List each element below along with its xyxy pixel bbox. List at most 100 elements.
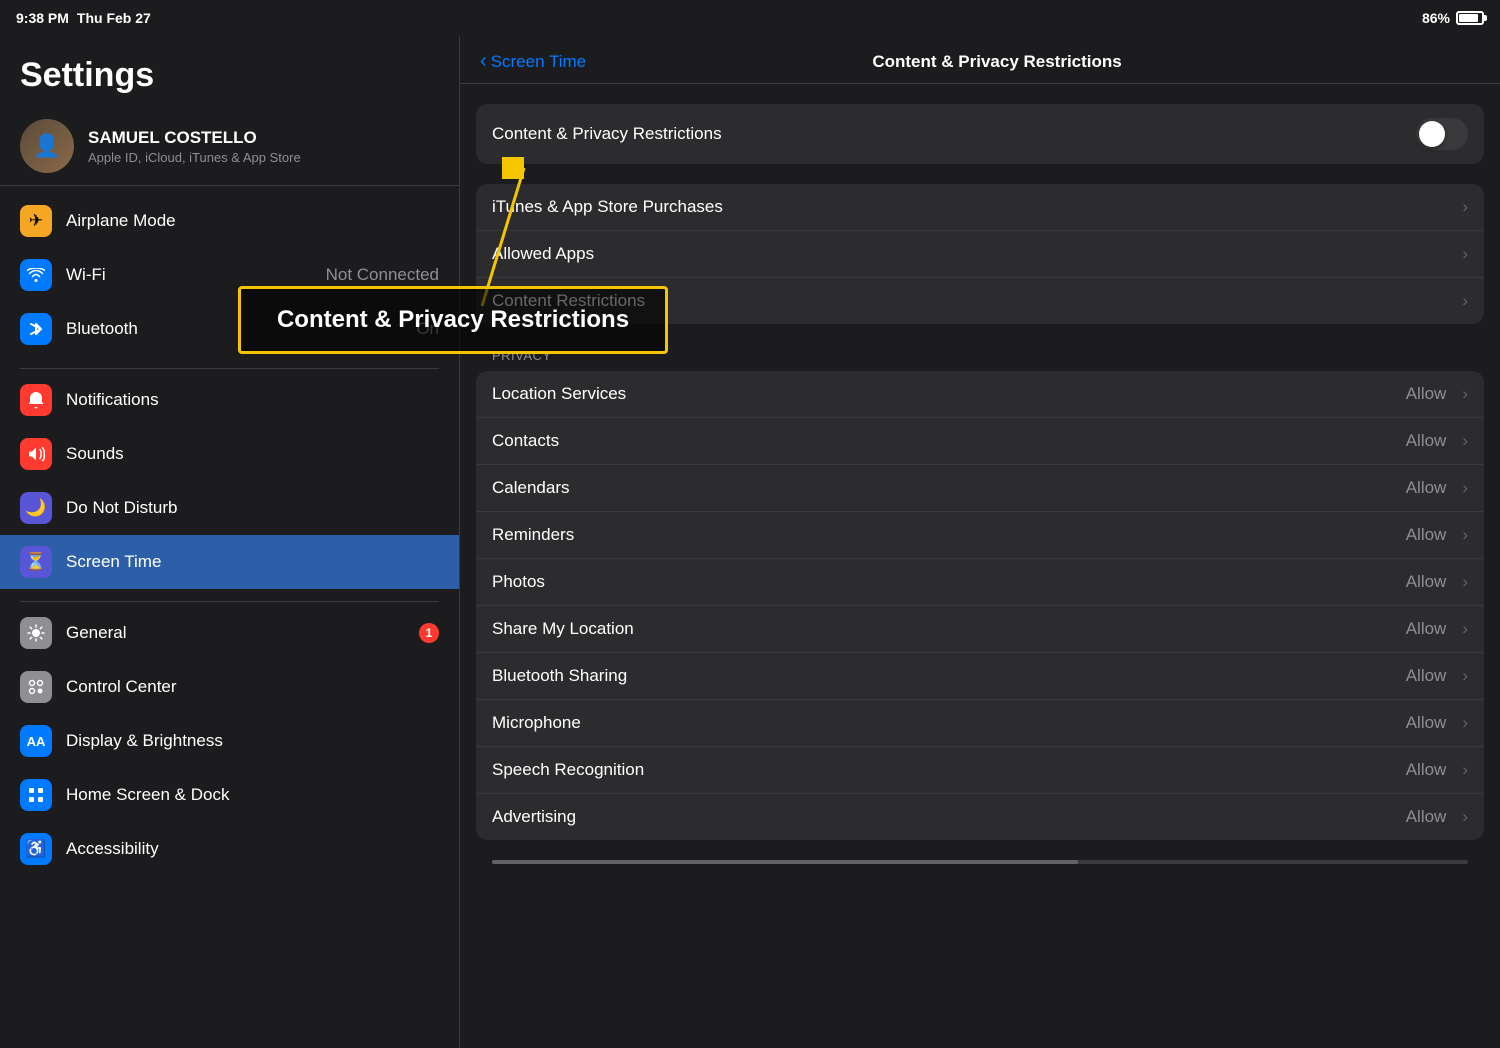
separator-1	[20, 368, 439, 369]
sidebar-item-screen-time[interactable]: ⏳ Screen Time	[0, 535, 459, 589]
account-name: SAMUEL COSTELLO	[88, 128, 301, 148]
content-privacy-toggle-row[interactable]: Content & Privacy Restrictions	[476, 104, 1484, 164]
contacts-value: Allow	[1406, 431, 1447, 451]
sidebar-item-display-brightness[interactable]: AA Display & Brightness	[0, 714, 459, 768]
location-services-label: Location Services	[492, 384, 1394, 404]
sidebar-label-display-brightness: Display & Brightness	[66, 731, 439, 751]
sidebar-item-sounds[interactable]: Sounds	[0, 427, 459, 481]
sidebar-label-screen-time: Screen Time	[66, 552, 439, 572]
status-time: 9:38 PM	[16, 10, 69, 26]
sidebar-label-control-center: Control Center	[66, 677, 439, 697]
back-chevron-icon: ‹	[480, 50, 487, 73]
bluetooth-sharing-label: Bluetooth Sharing	[492, 666, 1394, 686]
separator-2	[20, 601, 439, 602]
sidebar-label-bluetooth: Bluetooth	[66, 319, 402, 339]
back-label: Screen Time	[491, 52, 586, 72]
reminders-value: Allow	[1406, 525, 1447, 545]
sidebar-section-system: Notifications Sounds 🌙 Do Not Disturb ⏳ …	[0, 373, 459, 589]
settings-row-itunes-purchases[interactable]: iTunes & App Store Purchases ›	[476, 184, 1484, 231]
settings-row-advertising[interactable]: Advertising Allow ›	[476, 794, 1484, 840]
status-date: Thu Feb 27	[77, 10, 151, 26]
itunes-purchases-label: iTunes & App Store Purchases	[492, 197, 1446, 217]
share-my-location-value: Allow	[1406, 619, 1447, 639]
settings-group-privacy: Location Services Allow › Contacts Allow…	[476, 371, 1484, 840]
battery-icon	[1456, 11, 1484, 25]
account-info: SAMUEL COSTELLO Apple ID, iCloud, iTunes…	[88, 128, 301, 165]
microphone-value: Allow	[1406, 713, 1447, 733]
settings-row-reminders[interactable]: Reminders Allow ›	[476, 512, 1484, 559]
detail-content: Content & Privacy Restrictions iTunes & …	[460, 84, 1500, 1048]
sounds-icon	[20, 438, 52, 470]
main-layout: Settings 👤 SAMUEL COSTELLO Apple ID, iCl…	[0, 36, 1500, 1048]
advertising-value: Allow	[1406, 807, 1447, 827]
content-privacy-toggle[interactable]	[1416, 118, 1468, 150]
bluetooth-sharing-value: Allow	[1406, 666, 1447, 686]
settings-row-location-services[interactable]: Location Services Allow ›	[476, 371, 1484, 418]
settings-row-share-my-location[interactable]: Share My Location Allow ›	[476, 606, 1484, 653]
account-sub: Apple ID, iCloud, iTunes & App Store	[88, 150, 301, 165]
sidebar-label-accessibility: Accessibility	[66, 839, 439, 859]
settings-row-content-restrictions[interactable]: Content Restrictions ›	[476, 278, 1484, 324]
detail-header: ‹ Screen Time Content & Privacy Restrict…	[460, 36, 1500, 84]
control-center-icon	[20, 671, 52, 703]
screen-time-icon: ⏳	[20, 546, 52, 578]
settings-row-allowed-apps[interactable]: Allowed Apps ›	[476, 231, 1484, 278]
bluetooth-sharing-chevron: ›	[1462, 666, 1468, 686]
sidebar-item-do-not-disturb[interactable]: 🌙 Do Not Disturb	[0, 481, 459, 535]
contacts-chevron: ›	[1462, 431, 1468, 451]
sidebar-item-airplane-mode[interactable]: ✈ Airplane Mode	[0, 194, 459, 248]
sidebar-section-connectivity: ✈ Airplane Mode Wi-Fi Not Connected	[0, 194, 459, 356]
account-row[interactable]: 👤 SAMUEL COSTELLO Apple ID, iCloud, iTun…	[0, 107, 459, 186]
sidebar-item-control-center[interactable]: Control Center	[0, 660, 459, 714]
sidebar-item-bluetooth[interactable]: Bluetooth On	[0, 302, 459, 356]
speech-recognition-value: Allow	[1406, 760, 1447, 780]
reminders-chevron: ›	[1462, 525, 1468, 545]
sidebar-label-general: General	[66, 623, 405, 643]
sidebar-label-airplane-mode: Airplane Mode	[66, 211, 439, 231]
allowed-apps-label: Allowed Apps	[492, 244, 1446, 264]
sidebar-item-notifications[interactable]: Notifications	[0, 373, 459, 427]
sidebar-label-sounds: Sounds	[66, 444, 439, 464]
share-my-location-chevron: ›	[1462, 619, 1468, 639]
sidebar-label-dnd: Do Not Disturb	[66, 498, 439, 518]
sidebar-section-more: General 1 Control Center AA Display & Br…	[0, 606, 459, 876]
scrollbar-area	[492, 860, 1468, 864]
microphone-chevron: ›	[1462, 713, 1468, 733]
location-services-chevron: ›	[1462, 384, 1468, 404]
settings-row-calendars[interactable]: Calendars Allow ›	[476, 465, 1484, 512]
notifications-icon	[20, 384, 52, 416]
scrollbar-thumb	[492, 860, 1078, 864]
wifi-icon	[20, 259, 52, 291]
settings-row-microphone[interactable]: Microphone Allow ›	[476, 700, 1484, 747]
settings-row-photos[interactable]: Photos Allow ›	[476, 559, 1484, 606]
sidebar-label-wifi: Wi-Fi	[66, 265, 312, 285]
sidebar-label-home-screen-dock: Home Screen & Dock	[66, 785, 439, 805]
speech-recognition-chevron: ›	[1462, 760, 1468, 780]
sidebar-title: Settings	[0, 36, 459, 107]
settings-row-speech-recognition[interactable]: Speech Recognition Allow ›	[476, 747, 1484, 794]
allowed-apps-chevron: ›	[1462, 244, 1468, 264]
display-brightness-icon: AA	[20, 725, 52, 757]
detail-title: Content & Privacy Restrictions	[594, 52, 1400, 72]
dnd-icon: 🌙	[20, 492, 52, 524]
settings-row-bluetooth-sharing[interactable]: Bluetooth Sharing Allow ›	[476, 653, 1484, 700]
photos-chevron: ›	[1462, 572, 1468, 592]
sidebar-item-accessibility[interactable]: ♿ Accessibility	[0, 822, 459, 876]
sidebar-item-general[interactable]: General 1	[0, 606, 459, 660]
toggle-label: Content & Privacy Restrictions	[492, 124, 722, 144]
photos-label: Photos	[492, 572, 1394, 592]
settings-row-contacts[interactable]: Contacts Allow ›	[476, 418, 1484, 465]
sidebar-item-wifi[interactable]: Wi-Fi Not Connected	[0, 248, 459, 302]
home-screen-icon	[20, 779, 52, 811]
advertising-label: Advertising	[492, 807, 1394, 827]
back-button[interactable]: ‹ Screen Time	[480, 50, 586, 73]
privacy-section-label: PRIVACY	[476, 344, 1484, 371]
reminders-label: Reminders	[492, 525, 1394, 545]
bluetooth-icon	[20, 313, 52, 345]
toggle-knob	[1419, 121, 1445, 147]
sidebar-item-home-screen-dock[interactable]: Home Screen & Dock	[0, 768, 459, 822]
microphone-label: Microphone	[492, 713, 1394, 733]
share-my-location-label: Share My Location	[492, 619, 1394, 639]
sidebar: Settings 👤 SAMUEL COSTELLO Apple ID, iCl…	[0, 36, 460, 1048]
itunes-purchases-chevron: ›	[1462, 197, 1468, 217]
